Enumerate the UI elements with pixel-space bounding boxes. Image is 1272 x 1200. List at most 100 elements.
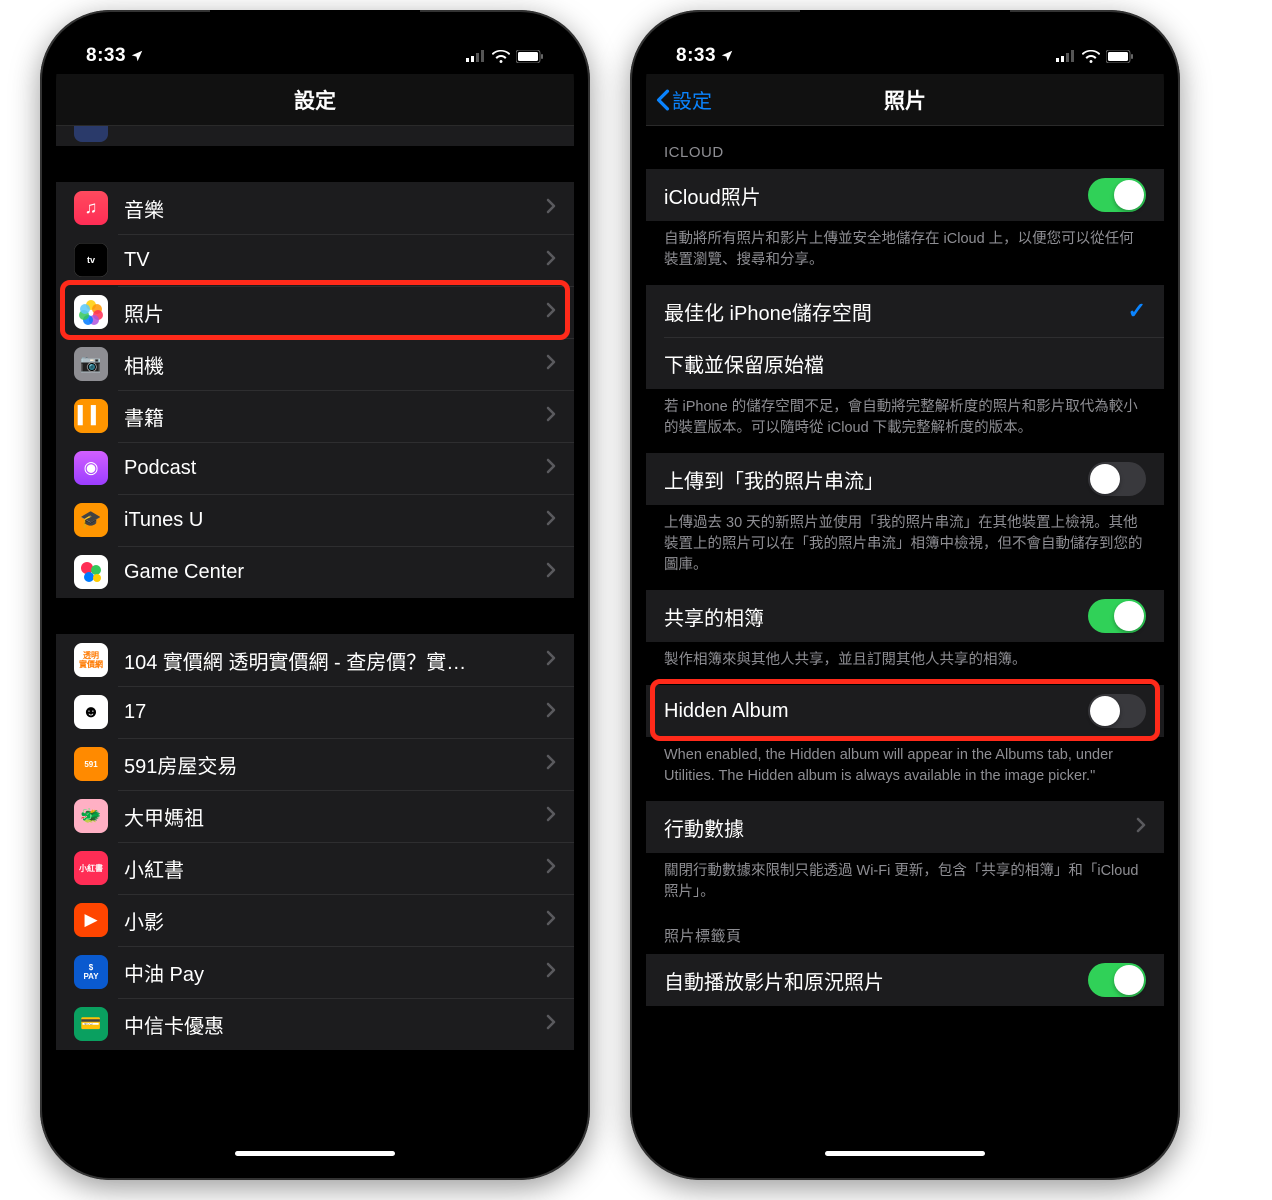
row-label: Podcast <box>124 457 546 480</box>
photos-settings[interactable]: ICLOUD iCloud照片 自動將所有照片和影片上傳並安全地儲存在 iClo… <box>646 126 1164 1164</box>
chevron-right-icon <box>546 197 556 220</box>
notch <box>210 10 420 44</box>
chevron-right-icon <box>546 561 556 584</box>
row-cellular-data[interactable]: 行動數據 <box>646 801 1164 853</box>
home-indicator[interactable] <box>235 1151 395 1156</box>
music-icon: ♫ <box>74 191 108 225</box>
row-label: 591房屋交易 <box>124 750 546 779</box>
status-time: 8:33 <box>86 45 126 67</box>
chevron-right-icon <box>546 805 556 828</box>
app8-icon: 💳 <box>74 1007 108 1041</box>
row-shared-albums[interactable]: 共享的相簿 <box>646 590 1164 642</box>
app6-icon: ▶ <box>74 903 108 937</box>
settings-row-tv[interactable]: tvTV <box>56 234 574 286</box>
row-label: 中信卡優惠 <box>124 1010 546 1039</box>
photos-icon <box>74 295 108 329</box>
chevron-right-icon <box>546 301 556 324</box>
toggle-shared-albums[interactable] <box>1088 599 1146 633</box>
nav-title: 設定 <box>294 85 336 115</box>
checkmark-icon: ✓ <box>1128 298 1146 324</box>
cellular-icon <box>1056 50 1076 62</box>
chevron-right-icon <box>546 649 556 672</box>
chevron-right-icon <box>1136 816 1146 839</box>
row-download-originals[interactable]: 下載並保留原始檔 <box>646 337 1164 389</box>
settings-row-app7[interactable]: $ PAY中油 Pay <box>56 946 574 998</box>
gamecenter-icon <box>74 555 108 589</box>
chevron-right-icon <box>546 1013 556 1036</box>
chevron-right-icon <box>546 701 556 724</box>
label: 下載並保留原始檔 <box>664 349 1146 378</box>
settings-row-app3[interactable]: 591 591房屋交易 <box>56 738 574 790</box>
footer-mystream: 上傳過去 30 天的新照片並使用「我的照片串流」在其他裝置上檢視。其他裝置上的照… <box>646 505 1164 590</box>
settings-row-books[interactable]: ▍▍書籍 <box>56 390 574 442</box>
back-button[interactable]: 設定 <box>656 85 712 114</box>
settings-row-app2[interactable]: ☻ 17 <box>56 686 574 738</box>
chevron-right-icon <box>546 961 556 984</box>
section-header-tags: 照片標籤頁 <box>646 917 1164 954</box>
nav-bar: 設定 照片 <box>646 74 1164 126</box>
label: 行動數據 <box>664 813 1136 842</box>
app1-icon: 透明 實價網 <box>74 643 108 677</box>
row-autoplay[interactable]: 自動播放影片和原況照片 <box>646 954 1164 1006</box>
settings-row-app6[interactable]: ▶小影 <box>56 894 574 946</box>
app3-icon: 591 <box>74 747 108 781</box>
label: iCloud照片 <box>664 181 1088 210</box>
settings-row-itunesu[interactable]: 🎓iTunes U <box>56 494 574 546</box>
chevron-right-icon <box>546 509 556 532</box>
chevron-left-icon <box>656 89 670 111</box>
row-label: 書籍 <box>124 402 546 431</box>
settings-row-camera[interactable]: 📷相機 <box>56 338 574 390</box>
settings-row-gamecenter[interactable]: Game Center <box>56 546 574 598</box>
footer-storage: 若 iPhone 的儲存空間不足，會自動將完整解析度的照片和影片取代為較小的裝置… <box>646 389 1164 453</box>
row-label: iTunes U <box>124 509 546 532</box>
settings-list[interactable]: ♫音樂tvTV 照片 📷相機▍▍書籍 ◉ Podcast 🎓iTunes U Game Ce… <box>56 126 574 1164</box>
toggle-hidden-album[interactable] <box>1088 694 1146 728</box>
toggle-autoplay[interactable] <box>1088 963 1146 997</box>
partial-row-top[interactable] <box>56 126 574 146</box>
chevron-right-icon <box>546 857 556 880</box>
app4-icon: 🐲 <box>74 799 108 833</box>
label: 自動播放影片和原況照片 <box>664 966 1088 995</box>
footer-cellular: 關閉行動數據來限制只能透過 Wi-Fi 更新，包含「共享的相簿」和「iCloud… <box>646 853 1164 917</box>
chevron-right-icon <box>546 909 556 932</box>
row-label: 17 <box>124 701 546 724</box>
wifi-icon <box>1082 50 1100 63</box>
toggle-icloud-photos[interactable] <box>1088 178 1146 212</box>
row-label: 照片 <box>124 298 546 327</box>
settings-row-music[interactable]: ♫音樂 <box>56 182 574 234</box>
row-label: 相機 <box>124 350 546 379</box>
footer-hidden: When enabled, the Hidden album will appe… <box>646 737 1164 801</box>
settings-row-app8[interactable]: 💳 中信卡優惠 <box>56 998 574 1050</box>
settings-row-app4[interactable]: 🐲 大甲媽祖 <box>56 790 574 842</box>
row-label: Game Center <box>124 561 546 584</box>
cellular-icon <box>466 50 486 62</box>
row-icloud-photos[interactable]: iCloud照片 <box>646 169 1164 221</box>
nav-bar: 設定 <box>56 74 574 126</box>
settings-row-podcast[interactable]: ◉ Podcast <box>56 442 574 494</box>
podcast-icon: ◉ <box>74 451 108 485</box>
toggle-my-photo-stream[interactable] <box>1088 462 1146 496</box>
location-arrow-icon <box>720 49 734 63</box>
status-time: 8:33 <box>676 45 716 67</box>
notch <box>800 10 1010 44</box>
chevron-right-icon <box>546 405 556 428</box>
row-optimize-storage[interactable]: 最佳化 iPhone儲存空間 ✓ <box>646 285 1164 337</box>
app2-icon: ☻ <box>74 695 108 729</box>
battery-icon <box>516 50 544 63</box>
section-header-icloud: ICLOUD <box>646 126 1164 169</box>
settings-row-app1[interactable]: 透明 實價網104 實價網 透明實價網 - 查房價？實… <box>56 634 574 686</box>
label: Hidden Album <box>664 700 1088 723</box>
home-indicator[interactable] <box>825 1151 985 1156</box>
row-hidden-album[interactable]: Hidden Album <box>646 685 1164 737</box>
row-label: 大甲媽祖 <box>124 802 546 831</box>
row-label: 中油 Pay <box>124 958 546 987</box>
tv-icon: tv <box>74 243 108 277</box>
screen-right: 8:33 設定 照片 ICLOUD iCloud照片 <box>646 26 1164 1164</box>
chevron-right-icon <box>546 457 556 480</box>
back-label: 設定 <box>672 85 712 114</box>
settings-row-app5[interactable]: 小紅書小紅書 <box>56 842 574 894</box>
row-my-photo-stream[interactable]: 上傳到「我的照片串流」 <box>646 453 1164 505</box>
location-arrow-icon <box>130 49 144 63</box>
settings-row-photos[interactable]: 照片 <box>56 286 574 338</box>
label: 上傳到「我的照片串流」 <box>664 465 1088 494</box>
